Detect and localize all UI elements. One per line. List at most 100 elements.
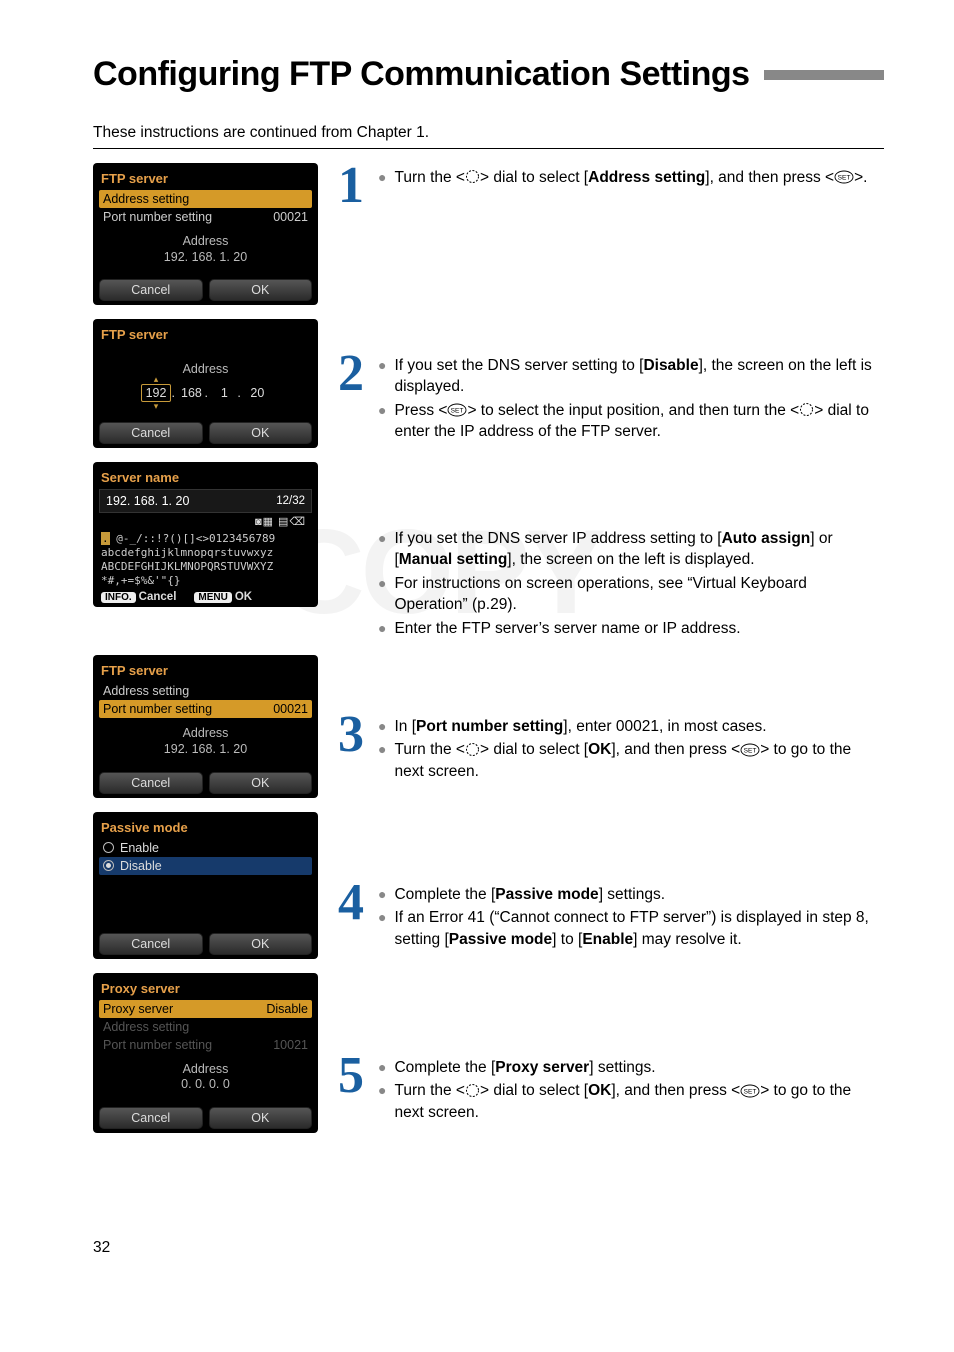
pill-label: MENU [194,592,231,603]
step-number: 2 [338,351,370,506]
dial-icon [465,167,480,188]
ok-button[interactable]: OK [209,422,313,444]
bullet-icon: ● [378,573,386,594]
screen-header: Proxy server [99,979,312,1000]
screen-header: FTP server [99,169,312,190]
set-icon: SET [834,167,854,188]
pill-text: OK [235,591,252,603]
step-dns-note: ● If you set the DNS server IP address s… [338,524,884,694]
kb-line: @-_/::!?()[]<>0123456789 [110,532,276,545]
cancel-button[interactable]: Cancel [99,1107,203,1129]
screen-passive-mode: Passive mode Enable Disable Cancel OK [93,812,318,959]
option-disable[interactable]: Disable [99,857,312,875]
cancel-button[interactable]: Cancel [99,279,203,301]
radio-icon [103,860,114,871]
row-label: Address setting [103,1020,189,1034]
text-entry-field[interactable]: 192. 168. 1. 20 12/32 [99,489,312,513]
menu-row-proxy-server[interactable]: Proxy server Disable [99,1000,312,1018]
bullet-icon: ● [378,400,386,421]
ip-label: Address [99,362,312,376]
info-value: 192. 168. 1. 20 [99,742,312,758]
instruction-text: If an Error 41 (“Cannot connect to FTP s… [394,907,884,950]
screen-ftp-ip-entry: FTP server Address 192. 168. 1. 20 Cance… [93,319,318,448]
row-label: Address setting [103,684,189,698]
option-label: Enable [120,841,159,855]
row-value: 00021 [273,210,308,224]
screen-server-name-keyboard: Server name 192. 168. 1. 20 12/32 ◙▦ ▤⌫ … [93,462,318,607]
instruction-text: If you set the DNS server IP address set… [394,528,884,571]
intro-text: These instructions are continued from Ch… [93,124,884,142]
set-icon: SET [447,400,467,421]
info-block: Address 0. 0. 0. 0 [99,1054,312,1103]
instruction-text: If you set the DNS server setting to [Di… [394,355,884,398]
dial-icon [799,400,814,421]
step-number: 3 [338,712,370,862]
row-label: Port number setting [103,210,212,224]
step-2: 2 ● If you set the DNS server setting to… [338,351,884,506]
radio-icon [103,842,114,853]
entry-value: 192. 168. 1. 20 [106,494,189,508]
menu-row-address-setting[interactable]: Address setting [99,682,312,700]
kb-highlight-char[interactable]: . [101,532,110,545]
cancel-button[interactable]: Cancel [99,422,203,444]
instruction-text: In [Port number setting], enter 00021, i… [394,716,884,737]
pill-text: Cancel [139,591,177,603]
pill-label: INFO. [101,592,136,603]
row-label: Port number setting [103,702,212,716]
info-value: 192. 168. 1. 20 [99,250,312,266]
bullet-icon: ● [378,907,386,928]
bullet-icon: ● [378,1057,386,1078]
cancel-button[interactable]: Cancel [99,933,203,955]
bullet-icon: ● [378,618,386,639]
bullet-icon: ● [378,739,386,760]
ip-octet-4[interactable]: 20 [244,386,270,400]
info-value: 0. 0. 0. 0 [99,1077,312,1093]
svg-text:SET: SET [744,747,757,754]
row-label: Proxy server [103,1002,173,1016]
screen-header: FTP server [99,661,312,682]
instruction-text: For instructions on screen operations, s… [394,573,884,616]
row-value: Disable [266,1002,308,1016]
menu-row-address-setting[interactable]: Address setting [99,190,312,208]
step-5: 5 ● Complete the [Proxy server] settings… [338,1053,884,1193]
step-4: 4 ● Complete the [Passive mode] settings… [338,880,884,1035]
row-value: 00021 [273,702,308,716]
ok-button[interactable]: OK [209,279,313,301]
step-number: 4 [338,880,370,1035]
svg-text:SET: SET [744,1088,757,1095]
step-3: 3 ● In [Port number setting], enter 0002… [338,712,884,862]
instruction-text: Turn the <> dial to select [Address sett… [394,167,884,189]
step-number: 5 [338,1053,370,1193]
ok-button[interactable]: OK [209,772,313,794]
info-cancel-button[interactable]: INFO.Cancel [101,591,176,603]
cancel-button[interactable]: Cancel [99,772,203,794]
ok-button[interactable]: OK [209,933,313,955]
ip-octet-2[interactable]: 168 [178,386,204,400]
kb-line: *#,+=$%&'"{} [101,574,310,588]
title-decorative-bar [764,70,884,80]
svg-text:SET: SET [838,175,851,182]
page-title: Configuring FTP Communication Settings [93,55,750,94]
svg-text:SET: SET [451,407,464,414]
step-number: 1 [338,163,370,333]
divider [93,148,884,149]
menu-ok-button[interactable]: MENU OK [194,591,252,603]
kb-line: ABCDEFGHIJKLMNOPQRSTUVWXYZ [101,560,310,574]
virtual-keyboard[interactable]: . @-_/::!?()[]<>0123456789 abcdefghijklm… [99,532,312,587]
input-mode-icons: ◙▦ ▤⌫ [99,513,312,532]
menu-row-port-number[interactable]: Port number setting 00021 [99,700,312,718]
info-label: Address [99,1062,312,1078]
char-counter: 12/32 [276,495,305,507]
ok-button[interactable]: OK [209,1107,313,1129]
dial-icon [465,1081,480,1102]
ip-octet-1[interactable]: 192 [141,384,172,402]
screen-ftp-port-setting: FTP server Address setting Port number s… [93,655,318,797]
instruction-text: Press <SET> to select the input position… [394,400,884,443]
option-enable[interactable]: Enable [99,839,312,857]
menu-row-port-number: Port number setting10021 [99,1036,312,1054]
menu-row-port-number[interactable]: Port number setting 00021 [99,208,312,226]
screen-proxy-server: Proxy server Proxy server Disable Address… [93,973,318,1133]
ip-octet-3[interactable]: 1 [211,386,237,400]
instruction-text: Complete the [Proxy server] settings. [394,1057,884,1078]
info-label: Address [99,234,312,250]
